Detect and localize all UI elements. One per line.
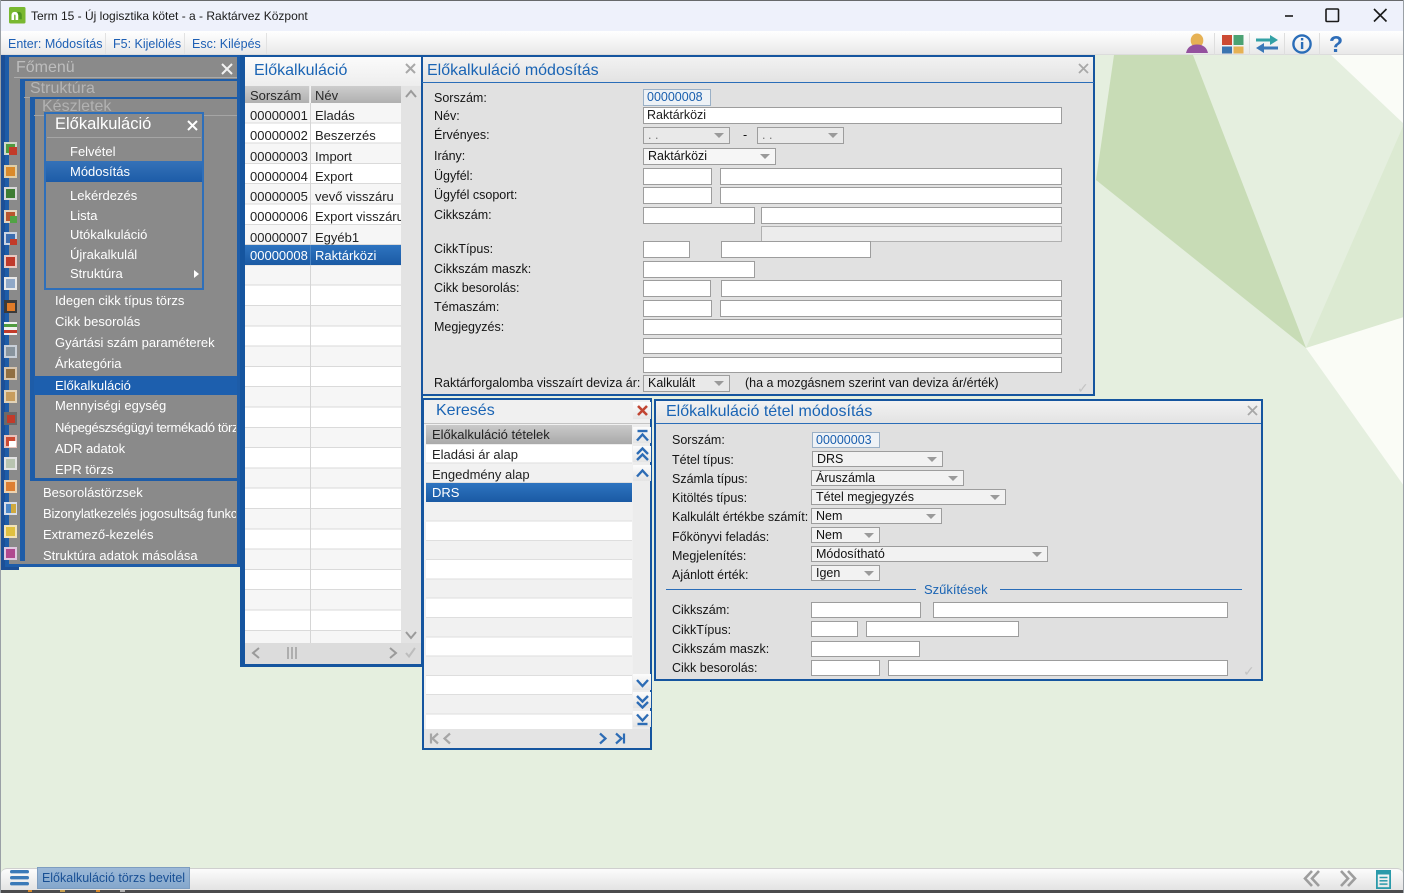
svg-text:?: ? <box>1329 31 1343 57</box>
